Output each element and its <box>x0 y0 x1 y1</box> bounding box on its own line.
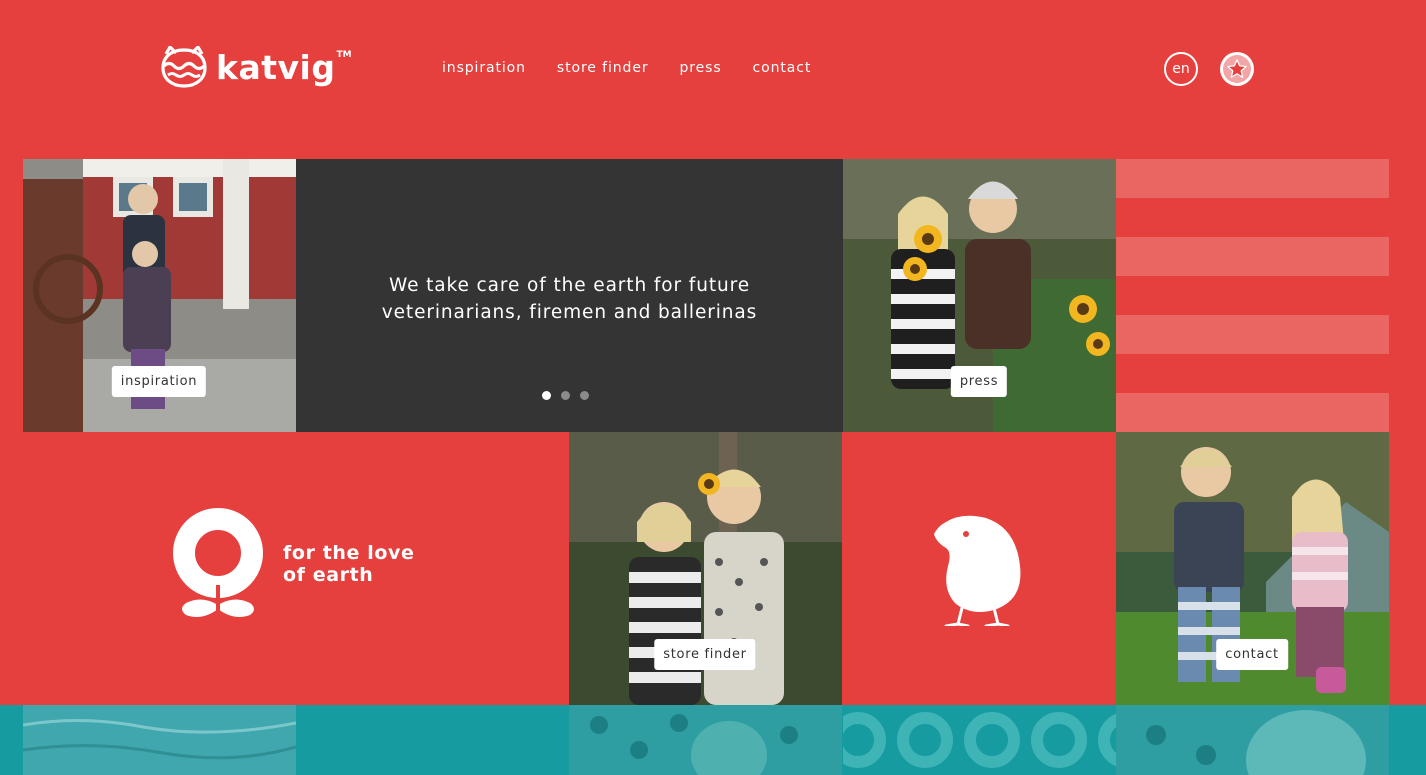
carousel-dots <box>542 391 589 400</box>
bird-icon <box>934 515 1021 626</box>
press-tag[interactable]: press <box>950 366 1008 397</box>
main-nav: inspiration store finder press contact <box>442 59 842 77</box>
love-of-earth-text: for the love of earth <box>283 542 414 586</box>
pattern-photo <box>569 705 842 775</box>
love-line-2: of earth <box>283 564 374 586</box>
earth-ring-icon <box>173 508 263 617</box>
inspiration-tag[interactable]: inspiration <box>111 366 207 397</box>
stripe <box>1116 159 1389 198</box>
quote-line-1: We take care of the earth for future <box>388 275 750 296</box>
nav-contact[interactable]: contact <box>753 59 812 77</box>
inspiration-tile[interactable]: inspiration <box>23 159 296 432</box>
quote-carousel: We take care of the earth for future vet… <box>296 159 843 432</box>
stripe <box>1116 237 1389 276</box>
carousel-dot-2[interactable] <box>561 391 570 400</box>
favorites-button[interactable] <box>1220 52 1254 86</box>
love-of-earth-tile: for the love of earth <box>0 432 569 705</box>
contact-tile[interactable]: contact <box>1116 432 1389 705</box>
store-finder-tag[interactable]: store finder <box>654 639 756 670</box>
store-finder-tile[interactable]: store finder <box>569 432 842 705</box>
cat-logo-icon <box>161 46 207 88</box>
language-selector[interactable]: en <box>1164 52 1198 86</box>
nav-inspiration[interactable]: inspiration <box>442 59 526 77</box>
katvig-logo[interactable]: katvig TM <box>160 44 352 90</box>
quote-text: We take care of the earth for future vet… <box>296 272 843 326</box>
love-line-1: for the love <box>283 542 415 564</box>
stripe <box>1116 315 1389 354</box>
carousel-dot-1[interactable] <box>542 391 551 400</box>
lake-photo <box>23 705 296 775</box>
teal-row <box>0 705 1426 775</box>
bird-tile <box>842 432 1116 705</box>
child-photo <box>1116 705 1389 775</box>
nav-store-finder[interactable]: store finder <box>557 59 649 77</box>
decorative-stripes <box>1116 159 1389 432</box>
press-tile[interactable]: press <box>843 159 1116 432</box>
nav-press[interactable]: press <box>680 59 722 77</box>
ring-pattern <box>843 705 1116 775</box>
contact-tag[interactable]: contact <box>1216 639 1288 670</box>
star-icon <box>1227 59 1247 78</box>
stripe <box>1116 393 1389 432</box>
trademark: TM <box>336 50 352 60</box>
brand-name: katvig <box>216 47 336 87</box>
quote-line-2: veterinarians, firemen and ballerinas <box>381 302 758 323</box>
carousel-dot-3[interactable] <box>580 391 589 400</box>
